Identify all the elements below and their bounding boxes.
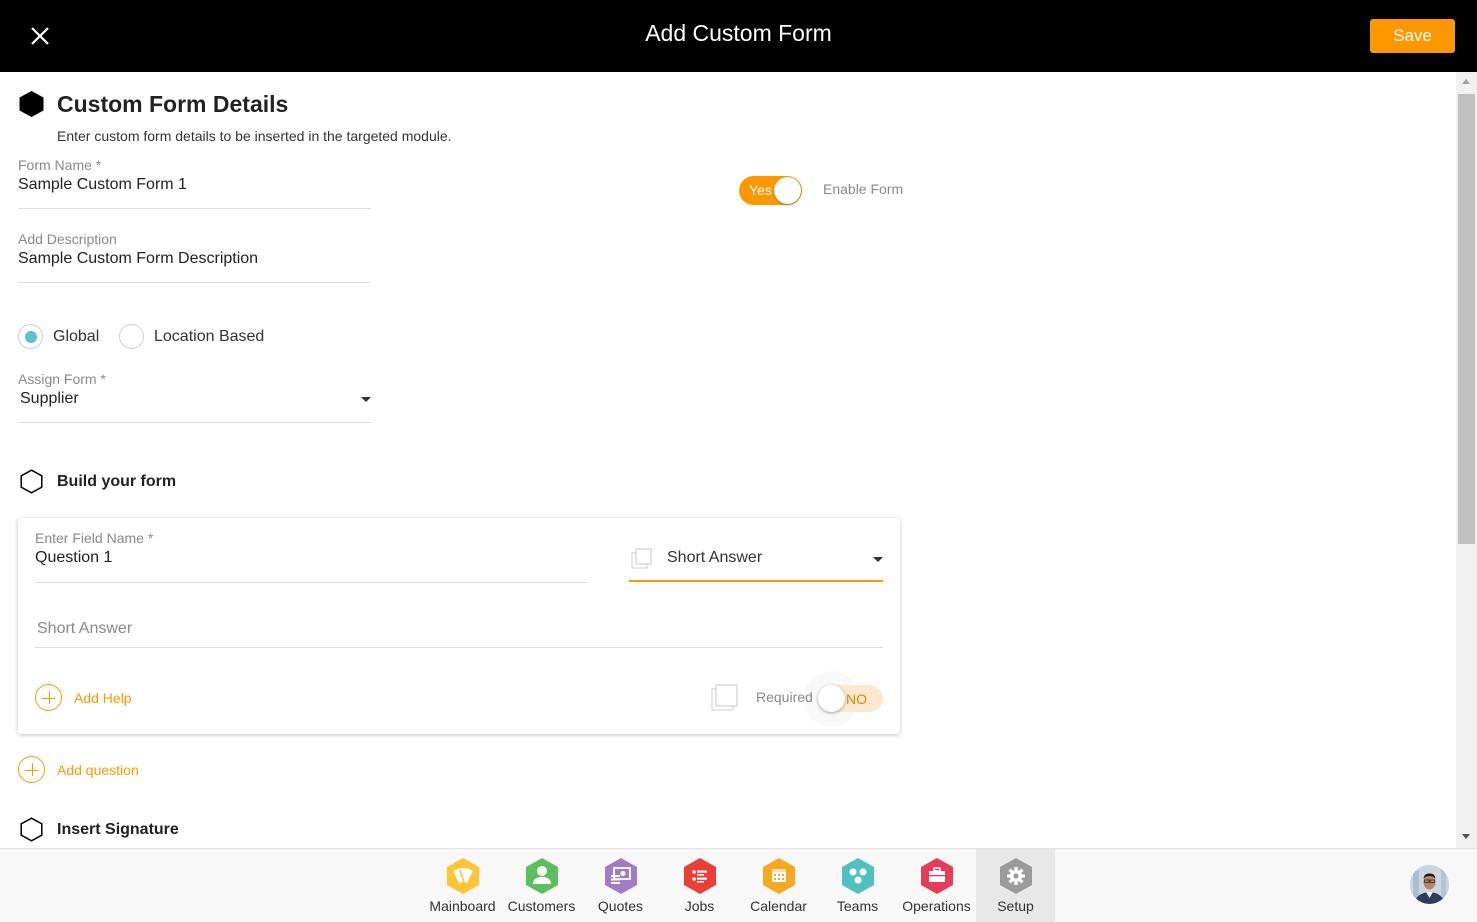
question-type-select[interactable]: Short Answer <box>629 544 883 582</box>
radio-circle <box>18 324 43 349</box>
details-section-header: Custom Form Details <box>18 90 288 118</box>
nav-label: Mainboard <box>429 898 496 914</box>
nav-label: Quotes <box>597 898 644 914</box>
duplicate-icon[interactable] <box>711 684 739 712</box>
signature-title: Insert Signature <box>57 820 179 838</box>
jobs-list-icon <box>682 857 718 895</box>
scroll-thumb[interactable] <box>1458 94 1475 544</box>
question-type-icon <box>631 548 652 569</box>
nav-item-teams[interactable]: Teams <box>818 849 897 922</box>
radio-circle <box>119 324 144 349</box>
toggle-knob <box>774 177 801 204</box>
description-field[interactable]: Add Description Sample Custom Form Descr… <box>18 231 371 283</box>
nav-label: Setup <box>997 898 1034 914</box>
form-name-input[interactable]: Sample Custom Form 1 <box>18 176 371 194</box>
nav-label: Calendar <box>750 898 807 914</box>
form-name-field[interactable]: Form Name * Sample Custom Form 1 <box>18 157 371 209</box>
details-title: Custom Form Details <box>57 90 289 117</box>
quotes-icon <box>603 857 639 895</box>
teams-icon <box>840 857 876 895</box>
required-toggle-state: NO <box>846 691 867 707</box>
vertical-scrollbar[interactable] <box>1456 72 1477 848</box>
hexagon-outline-icon <box>20 469 43 494</box>
field-name-label: Enter Field Name * <box>35 530 154 546</box>
radio-global[interactable]: Global <box>18 324 99 349</box>
hexagon-filled-icon <box>19 91 44 117</box>
calendar-icon <box>761 857 797 895</box>
description-input[interactable]: Sample Custom Form Description <box>18 250 371 268</box>
nav-item-setup[interactable]: Setup <box>976 849 1055 922</box>
details-subtitle: Enter custom form details to be inserted… <box>57 128 452 144</box>
nav-item-calendar[interactable]: Calendar <box>739 849 818 922</box>
enable-form-toggle[interactable]: Yes <box>739 176 802 205</box>
plus-circle-icon <box>35 684 62 711</box>
nav-label: Teams <box>836 898 879 914</box>
nav-label: Operations <box>902 898 971 914</box>
briefcase-icon <box>919 857 955 895</box>
save-button[interactable]: Save <box>1370 19 1455 53</box>
question-card: Enter Field Name * Question 1 Short Answ… <box>18 518 900 734</box>
nav-item-operations[interactable]: Operations <box>897 849 976 922</box>
builder-title: Build your form <box>57 472 177 490</box>
toggle-knob <box>818 685 845 712</box>
plus-circle-icon <box>18 756 45 783</box>
user-avatar[interactable] <box>1410 865 1449 904</box>
customer-icon <box>524 857 560 895</box>
answer-placeholder: Short Answer <box>37 620 133 637</box>
enable-form-label: Enable Form <box>823 181 904 197</box>
scroll-down-arrow-icon[interactable] <box>1462 834 1470 839</box>
hexagon-outline-icon <box>20 817 43 842</box>
nav-label: Jobs <box>684 898 715 914</box>
chevron-down-icon <box>873 557 883 562</box>
builder-section-header: Build your form <box>20 469 176 494</box>
radio-dot <box>24 330 37 343</box>
form-content: Custom Form Details Enter custom form de… <box>0 72 1456 848</box>
form-name-label: Form Name * <box>18 157 102 173</box>
add-help-label: Add Help <box>74 689 132 706</box>
assign-form-select[interactable]: Assign Form * Supplier <box>18 371 371 423</box>
enable-toggle-state: Yes <box>749 182 772 198</box>
radio-global-label: Global <box>53 327 100 345</box>
nav-item-jobs[interactable]: Jobs <box>660 849 739 922</box>
nav-label: Customers <box>507 898 576 914</box>
assign-form-value: Supplier <box>20 390 79 407</box>
question-type-value: Short Answer <box>667 549 763 566</box>
page-title: Add Custom Form <box>645 20 832 46</box>
add-question-button[interactable]: Add question <box>18 756 139 783</box>
nav-item-mainboard[interactable]: Mainboard <box>423 849 502 922</box>
signature-section-header: Insert Signature <box>20 817 179 842</box>
radio-location-based[interactable]: Location Based <box>119 324 264 349</box>
gear-icon <box>998 857 1034 895</box>
add-help-button[interactable]: Add Help <box>35 684 132 711</box>
chevron-down-icon <box>361 397 371 402</box>
avatar-photo <box>1410 865 1449 904</box>
required-toggle[interactable]: NO <box>818 685 883 712</box>
bottom-nav: Mainboard Customers Quotes Jobs Calendar… <box>0 848 1477 922</box>
radio-location-label: Location Based <box>154 327 265 345</box>
nav-item-quotes[interactable]: Quotes <box>581 849 660 922</box>
add-question-label: Add question <box>57 761 139 778</box>
description-label: Add Description <box>18 231 117 247</box>
assign-form-label: Assign Form * <box>18 371 106 387</box>
top-bar: Add Custom Form Save <box>0 0 1477 72</box>
answer-preview-field: Short Answer <box>35 618 883 648</box>
scroll-up-arrow-icon[interactable] <box>1462 79 1470 84</box>
nav-item-customers[interactable]: Customers <box>502 849 581 922</box>
mainboard-icon <box>445 857 481 895</box>
field-name-input[interactable]: Question 1 <box>35 549 588 567</box>
field-name-input-wrapper[interactable]: Enter Field Name * Question 1 <box>35 530 588 583</box>
